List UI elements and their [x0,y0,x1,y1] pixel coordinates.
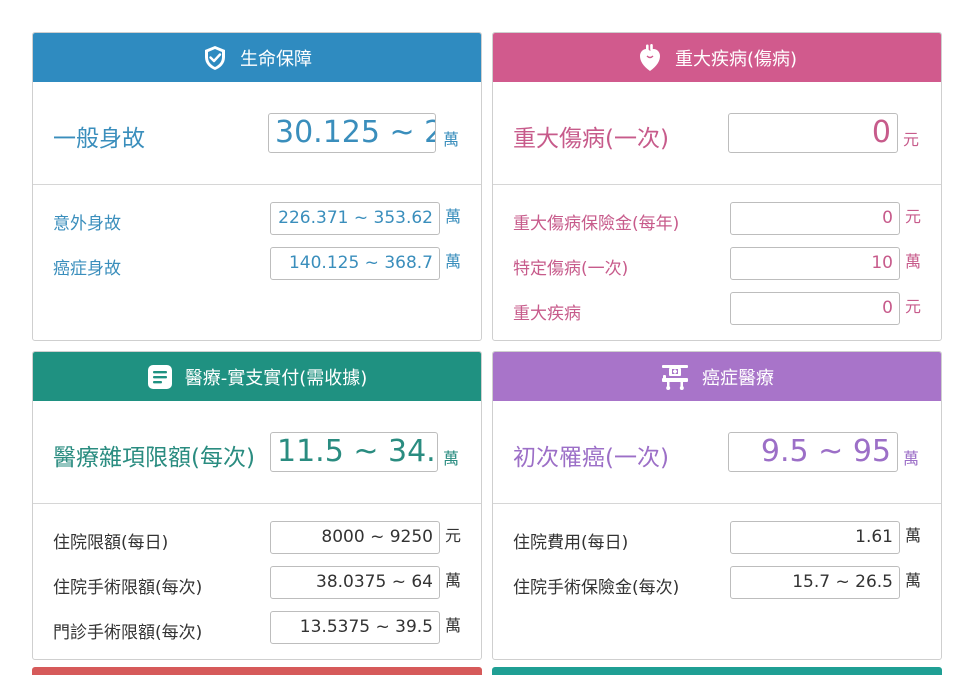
outpatient-surgery-row: 門診手術限額(每次) 13.5375 ~ 39.5 萬 [33,611,481,645]
cancer-card-title: 癌症醫療 [702,367,774,389]
inpatient-surgery-unit: 萬 [445,571,462,590]
medical-main-row: 醫療雜項限額(每次) 11.5 ~ 34.5 萬 [33,401,481,504]
medical-misc-limit-field[interactable]: 11.5 ~ 34.5 [270,432,438,472]
heart-organ-icon [637,43,663,71]
general-death-label: 一般身故 [53,126,145,152]
hospital-daily-label: 住院限額(每日) [53,533,169,553]
accidental-death-unit: 萬 [445,207,462,226]
cancer-surgery-field[interactable]: 15.7 ~ 26.5 [730,566,900,599]
accidental-death-row: 意外身故 226.371 ~ 353.62 萬 [33,202,481,236]
major-injury-once-label: 重大傷病(一次) [513,126,669,152]
major-injury-yearly-label: 重大傷病保險金(每年) [513,214,680,234]
specific-injury-label: 特定傷病(一次) [513,259,629,279]
specific-injury-field[interactable]: 10 [730,247,900,280]
outpatient-surgery-unit: 萬 [445,616,462,635]
critical-main-row: 重大傷病(一次) 0 元 [493,82,941,185]
medical-card-header: 醫療-實支實付(需收據) [33,352,481,401]
cancer-surgery-unit: 萬 [905,571,922,590]
medical-misc-limit-label: 醫療雜項限額(每次) [53,445,255,471]
cancer-hospital-daily-field[interactable]: 1.61 [730,521,900,554]
major-injury-yearly-field[interactable]: 0 [730,202,900,235]
critical-illness-card: 重大疾病(傷病) 重大傷病(一次) 0 元 重大傷病保險金(每年) 0 元 特定… [492,32,942,341]
critical-card-title: 重大疾病(傷病) [674,48,798,70]
specific-injury-row: 特定傷病(一次) 10 萬 [493,247,941,281]
major-injury-once-unit: 元 [903,130,920,149]
outpatient-surgery-field[interactable]: 13.5375 ~ 39.5 [270,611,440,644]
major-injury-yearly-unit: 元 [905,207,922,226]
shield-check-icon [202,45,228,71]
critical-illness-row: 重大疾病 0 元 [493,292,941,326]
cancer-death-unit: 萬 [445,252,462,271]
life-protection-card: 生命保障 一般身故 30.125 ~ 2 萬 意外身故 226.371 ~ 35… [32,32,482,341]
life-card-title: 生命保障 [240,48,312,70]
accidental-death-field[interactable]: 226.371 ~ 353.62 [270,202,440,235]
inpatient-surgery-row: 住院手術限額(每次) 38.0375 ~ 64 萬 [33,566,481,600]
cancer-death-label: 癌症身故 [53,259,121,279]
cancer-surgery-row: 住院手術保險金(每次) 15.7 ~ 26.5 萬 [493,566,941,600]
medical-card-title: 醫療-實支實付(需收據) [184,367,368,389]
cancer-hospital-daily-unit: 萬 [905,526,922,545]
accidental-death-label: 意外身故 [53,214,121,234]
inpatient-surgery-label: 住院手術限額(每次) [53,578,203,598]
critical-card-header: 重大疾病(傷病) [493,33,941,82]
cancer-medical-card: 癌症醫療 初次罹癌(一次) 9.5 ~ 95 萬 住院費用(每日) 1.61 萬… [492,351,942,660]
first-cancer-unit: 萬 [903,449,920,468]
inpatient-surgery-field[interactable]: 38.0375 ~ 64 [270,566,440,599]
critical-illness-unit: 元 [905,297,922,316]
hospital-daily-field[interactable]: 8000 ~ 9250 [270,521,440,554]
cancer-hospital-daily-label: 住院費用(每日) [513,533,629,553]
major-injury-yearly-row: 重大傷病保險金(每年) 0 元 [493,202,941,236]
major-injury-once-field[interactable]: 0 [728,113,898,153]
life-main-row: 一般身故 30.125 ~ 2 萬 [33,82,481,185]
hospital-daily-unit: 元 [445,526,462,545]
document-list-icon [147,364,173,390]
critical-illness-field[interactable]: 0 [730,292,900,325]
general-death-unit: 萬 [443,130,460,149]
cancer-surgery-label: 住院手術保險金(每次) [513,578,680,598]
specific-injury-unit: 萬 [905,252,922,271]
first-cancer-field[interactable]: 9.5 ~ 95 [728,432,898,472]
cancer-death-field[interactable]: 140.125 ~ 368.7 [270,247,440,280]
next-card-right-header [492,667,942,675]
medical-reimbursement-card: 醫療-實支實付(需收據) 醫療雜項限額(每次) 11.5 ~ 34.5 萬 住院… [32,351,482,660]
cancer-death-row: 癌症身故 140.125 ~ 368.7 萬 [33,247,481,281]
first-cancer-label: 初次罹癌(一次) [513,445,669,471]
cancer-hospital-daily-row: 住院費用(每日) 1.61 萬 [493,521,941,555]
cancer-main-row: 初次罹癌(一次) 9.5 ~ 95 萬 [493,401,941,504]
critical-illness-label: 重大疾病 [513,304,581,324]
hospital-daily-row: 住院限額(每日) 8000 ~ 9250 元 [33,521,481,555]
cancer-card-header: 癌症醫療 [493,352,941,401]
general-death-field[interactable]: 30.125 ~ 2 [268,113,436,153]
next-card-left-header [32,667,482,675]
hospital-bed-icon [660,364,690,390]
life-card-header: 生命保障 [33,33,481,82]
outpatient-surgery-label: 門診手術限額(每次) [53,623,203,643]
medical-misc-limit-unit: 萬 [443,449,460,468]
